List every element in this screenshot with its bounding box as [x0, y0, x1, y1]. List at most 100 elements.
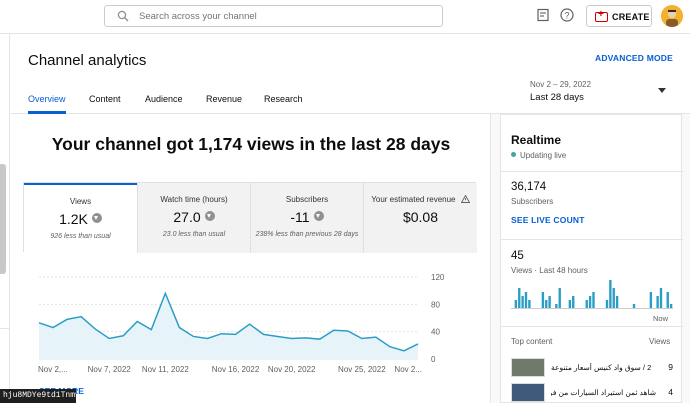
sidebar-divider [0, 328, 10, 329]
hourly-bar [609, 280, 612, 308]
svg-text:?: ? [564, 11, 569, 21]
hourly-bar [518, 288, 521, 308]
video-thumbnail [511, 358, 545, 377]
warning-icon [460, 194, 470, 203]
feedback-icon[interactable] [536, 8, 550, 22]
hourly-bar [659, 288, 663, 308]
hourly-bar [588, 296, 592, 308]
metric-value: $0.08 [402, 209, 439, 225]
advanced-mode-link[interactable]: ADVANCED MODE [595, 53, 673, 63]
metric-tabs: Views 1.2K 926 less than usual Watch tim… [23, 182, 477, 253]
hourly-bar [656, 296, 659, 308]
views-chart[interactable]: 0 40 80 120 Nov 2,... Nov 7, 2022 Nov 11, 2022… [23, 267, 483, 392]
x-tick-label: Nov 7, 2022 [88, 365, 132, 374]
live-dot-icon [511, 152, 516, 157]
y-tick-label: 40 [431, 328, 440, 337]
top-bar: Search across your channel ? CREATE [0, 0, 690, 34]
video-views: 9 [668, 362, 673, 372]
create-video-icon [595, 9, 608, 22]
now-label: Now [653, 314, 669, 323]
top-content-item[interactable]: 2 / سوق واد كنيس أسعار متنوعة 9 [511, 358, 673, 378]
hourly-bar [592, 292, 595, 308]
tab-audience[interactable]: Audience [145, 94, 183, 104]
y-tick-label: 80 [431, 300, 440, 309]
divider [501, 326, 683, 327]
realtime-views-label: Views · Last 48 hours [511, 266, 588, 275]
video-views: 4 [668, 387, 673, 397]
hourly-bar [669, 304, 673, 308]
search-input[interactable]: Search across your channel [139, 11, 257, 22]
x-tick-label: Nov 2,... [38, 365, 68, 374]
sidebar-scrollbar[interactable] [0, 164, 6, 274]
subscribers-label: Subscribers [511, 197, 554, 206]
hourly-bar [666, 292, 669, 308]
status-tooltip: hju8MDYe9td1Tnm9A [0, 389, 76, 403]
hourly-bar [548, 296, 551, 308]
help-icon[interactable]: ? [560, 8, 574, 22]
metric-value: 27.0 [138, 209, 250, 225]
metric-label: Subscribers [285, 195, 329, 204]
realtime-status: Updating live [511, 151, 566, 160]
views-area [39, 293, 418, 359]
create-button[interactable]: CREATE [586, 5, 652, 27]
hourly-bar [605, 300, 609, 308]
tab-research[interactable]: Research [264, 94, 303, 104]
x-tick-label: Nov 16, 2022 [212, 365, 260, 374]
hourly-bar [555, 304, 558, 308]
down-arrow-icon [91, 213, 102, 223]
hourly-bar [528, 300, 531, 308]
hourly-bar [558, 288, 561, 308]
metric-label: Views [69, 197, 92, 206]
hourly-bar [521, 296, 524, 308]
search-icon [117, 10, 129, 22]
hourly-bar [524, 292, 528, 308]
hourly-bar [615, 296, 619, 308]
divider [501, 239, 683, 240]
metric-label: Your estimated revenue [364, 194, 477, 204]
hourly-bar [514, 300, 518, 308]
hourly-bar [649, 292, 653, 308]
metric-watch-time[interactable]: Watch time (hours) 27.0 23.0 less than u… [137, 183, 250, 253]
tab-overview[interactable]: Overview [28, 94, 66, 104]
date-range-dates[interactable]: Nov 2 – 29, 2022 [530, 80, 591, 89]
overview-card: Your channel got 1,174 views in the last… [11, 114, 491, 403]
metric-note: 238% less than previous 28 days [255, 231, 359, 238]
metric-revenue[interactable]: Your estimated revenue $0.08 [363, 183, 477, 253]
top-content-label: Top content [511, 337, 553, 346]
date-range-dropdown-icon[interactable] [658, 88, 666, 93]
x-tick-label: Nov 11, 2022 [142, 365, 190, 374]
search-box[interactable]: Search across your channel [104, 5, 443, 27]
metric-note: 23.0 less than usual [162, 231, 226, 238]
metric-value: -11 [251, 209, 363, 225]
date-range-label[interactable]: Last 28 days [530, 92, 584, 103]
hourly-bar [572, 296, 575, 308]
hourly-bar [632, 304, 636, 308]
overview-headline: Your channel got 1,174 views in the last… [51, 134, 451, 154]
metric-label: Watch time (hours) [160, 195, 228, 204]
metric-subscribers[interactable]: Subscribers -11 238% less than previous … [250, 183, 363, 253]
metric-note: 926 less than usual [50, 233, 111, 240]
top-content-item[interactable]: شاهد ثمن استيراد السيارات من فرنسا 4 [511, 383, 673, 403]
tab-content[interactable]: Content [89, 94, 121, 104]
hourly-bar [568, 300, 572, 308]
avatar[interactable] [661, 5, 683, 27]
realtime-bar-chart[interactable] [511, 275, 673, 311]
y-tick-label: 120 [431, 273, 445, 282]
x-tick-label: Nov 25, 2022 [338, 365, 386, 374]
tab-revenue[interactable]: Revenue [206, 94, 242, 104]
realtime-views-count: 45 [511, 250, 524, 262]
hourly-bar [545, 300, 548, 308]
metric-views[interactable]: Views 1.2K 926 less than usual [24, 183, 137, 253]
see-live-count-link[interactable]: SEE LIVE COUNT [511, 215, 585, 225]
video-title: 2 / سوق واد كنيس أسعار متنوعة [551, 363, 652, 372]
y-tick-label: 0 [431, 355, 436, 364]
views-column-label: Views [649, 337, 671, 346]
video-thumbnail [511, 383, 545, 402]
metric-value: 1.2K [24, 211, 137, 227]
views-chart-svg: 0 40 80 120 Nov 2,... Nov 7, 2022 Nov 11, 2022… [38, 273, 445, 374]
analytics-header: Channel analytics ADVANCED MODE Overview… [11, 34, 690, 114]
divider [501, 171, 683, 172]
x-tick-label: Nov 20, 2022 [268, 365, 316, 374]
down-arrow-icon [313, 211, 324, 221]
video-title: شاهد ثمن استيراد السيارات من فرنسا [551, 388, 656, 397]
